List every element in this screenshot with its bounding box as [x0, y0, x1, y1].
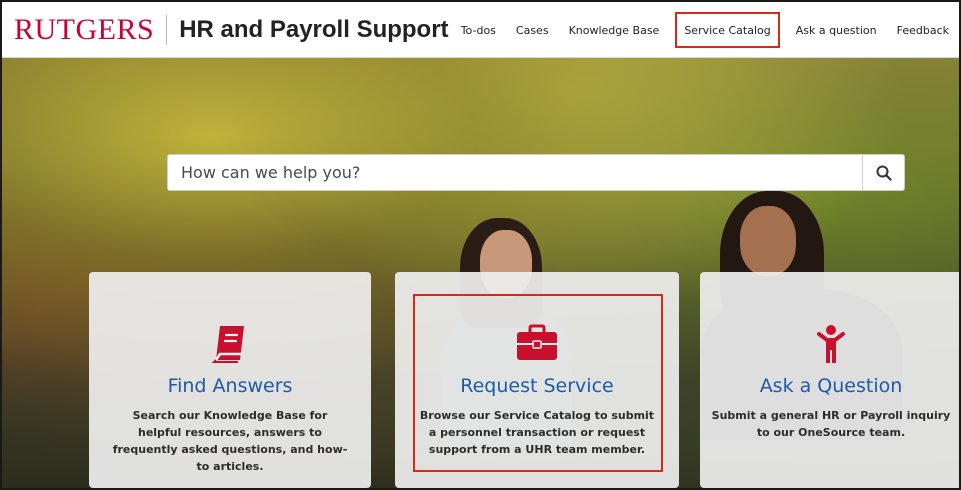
nav-feedback[interactable]: Feedback	[887, 12, 959, 48]
person-icon	[817, 325, 845, 363]
hero-photo-person	[740, 206, 796, 276]
card-request-service[interactable]: Request Service Browse our Service Catal…	[395, 272, 679, 488]
card-description: Submit a general HR or Payroll inquiry t…	[711, 409, 951, 439]
card-find-answers[interactable]: Find Answers Search our Knowledge Base f…	[89, 272, 371, 488]
main-nav: To-dos Cases Knowledge Base Service Cata…	[451, 2, 959, 58]
nav-ask-a-question[interactable]: Ask a question	[786, 12, 887, 48]
nav-cases[interactable]: Cases	[506, 12, 559, 48]
card-description: Browse our Service Catalog to submit a p…	[419, 409, 655, 456]
nav-service-catalog[interactable]: Service Catalog	[675, 12, 780, 48]
card-description: Search our Knowledge Base for helpful re…	[112, 409, 348, 473]
search-icon	[876, 165, 892, 181]
search-button[interactable]	[862, 155, 904, 190]
site-title[interactable]: HR and Payroll Support	[179, 16, 448, 44]
nav-todos[interactable]: To-dos	[451, 12, 506, 48]
site-header: RUTGERS HR and Payroll Support To-dos Ca…	[2, 2, 959, 58]
browser-viewport: RUTGERS HR and Payroll Support To-dos Ca…	[0, 0, 961, 490]
search-bar	[167, 154, 905, 191]
card-title[interactable]: Request Service	[395, 375, 679, 397]
rutgers-logo[interactable]: RUTGERS	[2, 14, 154, 45]
nav-knowledge-base[interactable]: Knowledge Base	[559, 12, 670, 48]
logo-divider	[166, 14, 168, 45]
card-title[interactable]: Ask a Question	[700, 375, 959, 397]
card-title[interactable]: Find Answers	[89, 375, 371, 397]
card-ask-a-question[interactable]: Ask a Question Submit a general HR or Pa…	[700, 272, 959, 488]
book-icon	[212, 326, 244, 363]
search-input[interactable]	[168, 155, 862, 190]
briefcase-icon	[517, 324, 557, 360]
